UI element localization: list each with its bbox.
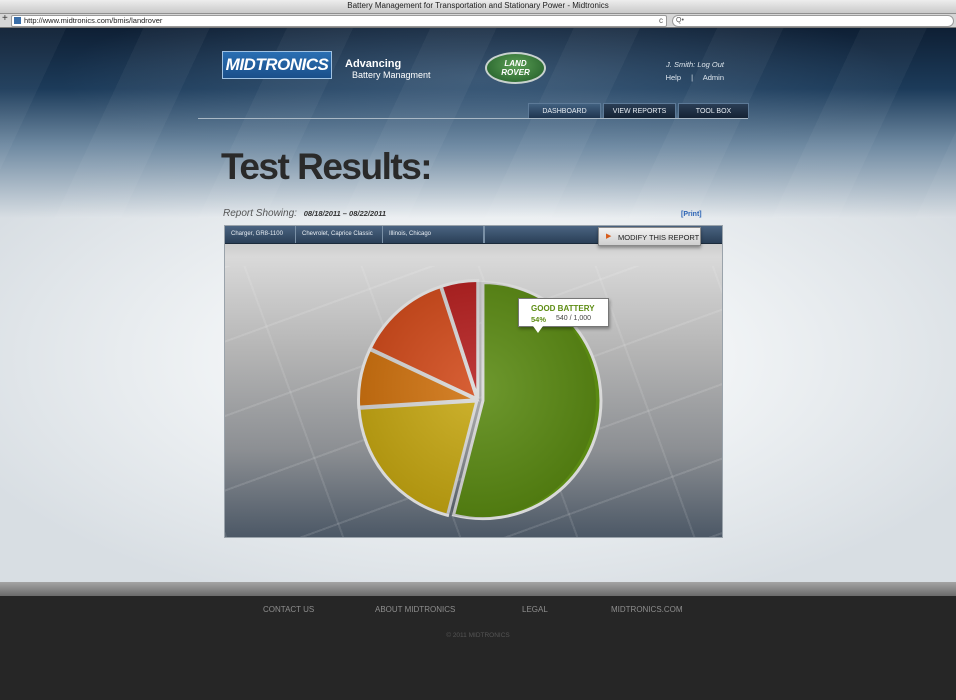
land-rover-logo-line2: ROVER (501, 68, 530, 77)
footer-link-about[interactable]: ABOUT MIDTRONICS (375, 605, 455, 614)
report-panel: Charger, GR8-1100 Chevrolet, Caprice Cla… (224, 225, 723, 538)
tagline: Advancing Battery Managment (345, 58, 431, 80)
link-separator: | (691, 73, 694, 82)
pie-chart (357, 279, 603, 521)
good-battery-callout: GOOD BATTERY 54% 540 / 1,000 (518, 298, 609, 333)
callout-count: 540 / 1,000 (556, 315, 592, 322)
footer-link-legal[interactable]: LEGAL (522, 605, 548, 614)
print-link[interactable]: [Print] (681, 211, 702, 218)
user-name: J. Smith: (666, 60, 696, 69)
tagline-line1: Advancing (345, 58, 402, 70)
tab-tool-box[interactable]: TOOL BOX (678, 103, 749, 118)
tab-view-reports[interactable]: VIEW REPORTS (603, 103, 676, 118)
land-rover-logo: LAND ROVER (485, 52, 546, 84)
logout-link[interactable]: Log Out (697, 60, 724, 69)
user-links: J. Smith: Log Out Help | Admin (666, 60, 724, 82)
page-content: MIDTRONICS Advancing Battery Managment L… (0, 28, 956, 596)
tab-dashboard[interactable]: DASHBOARD (528, 103, 601, 118)
report-showing-label: Report Showing: (223, 208, 297, 219)
search-icon: Q• (676, 17, 684, 24)
midtronics-logo[interactable]: MIDTRONICS (222, 51, 332, 79)
report-date-range: 08/18/2011 – 08/22/2011 (303, 209, 387, 218)
window-title: Battery Management for Transportation an… (347, 1, 609, 10)
footer-copyright: © 2011 MIDTRONICS (446, 632, 510, 639)
browser-titlebar: Battery Management for Transportation an… (0, 0, 956, 14)
midtronics-logo-text: MIDTRONICS (225, 55, 329, 74)
footer: CONTACT US ABOUT MIDTRONICS LEGAL MIDTRO… (0, 596, 956, 700)
search-field[interactable]: Q• (672, 15, 954, 27)
page-title: Test Results: (221, 146, 433, 187)
url-text: http://www.midtronics.com/bmis/landrover (24, 16, 163, 25)
header-background (0, 28, 956, 218)
reload-icon[interactable]: c (659, 16, 663, 26)
report-showing: Report Showing: 08/18/2011 – 08/22/2011 (223, 208, 386, 219)
browser-address-bar: + http://www.midtronics.com/bmis/landrov… (0, 13, 956, 28)
favicon-icon (14, 17, 21, 24)
nav-divider (198, 118, 748, 119)
url-field[interactable]: http://www.midtronics.com/bmis/landrover… (11, 15, 667, 27)
tagline-line2: Battery Managment (352, 70, 431, 80)
main-nav: DASHBOARD VIEW REPORTS TOOL BOX (528, 103, 749, 118)
callout-percent: 54% (531, 315, 547, 324)
help-link[interactable]: Help (666, 73, 681, 82)
callout-label: GOOD BATTERY (531, 304, 595, 313)
footer-link-midtronics[interactable]: MIDTRONICS.COM (611, 605, 683, 614)
footer-divider (0, 582, 956, 596)
land-rover-logo-line1: LAND (504, 59, 527, 68)
footer-link-contact[interactable]: CONTACT US (263, 605, 314, 614)
admin-link[interactable]: Admin (703, 73, 724, 82)
new-tab-icon[interactable]: + (2, 13, 8, 24)
